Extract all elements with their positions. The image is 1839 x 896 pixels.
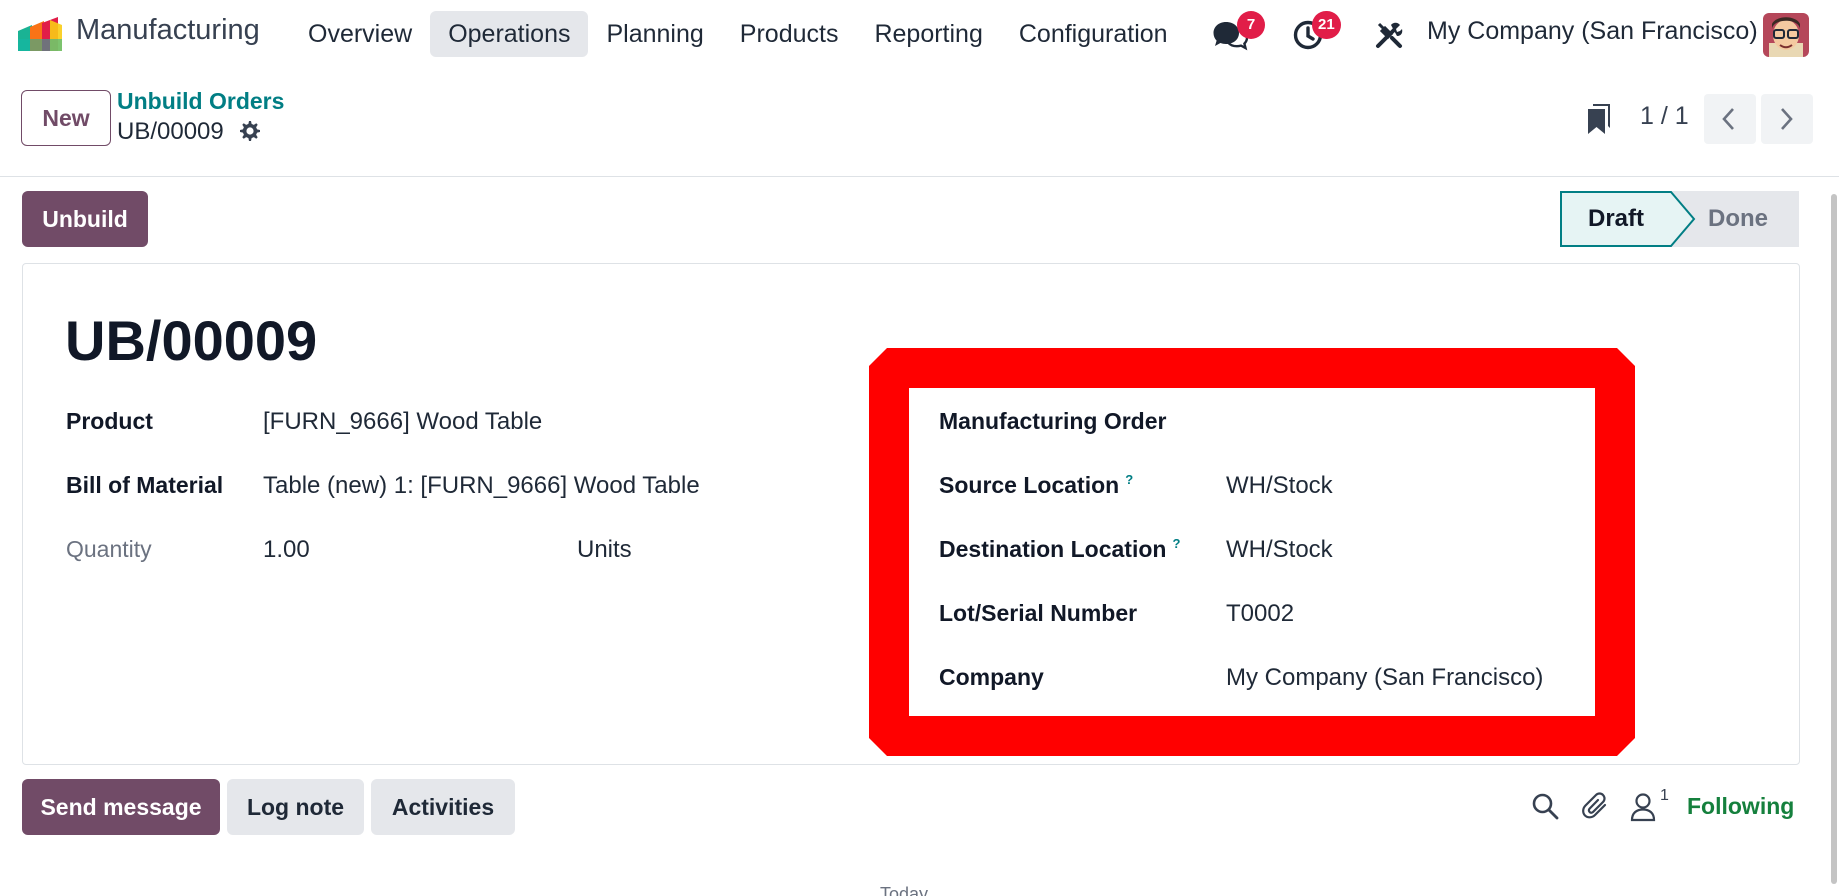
scrollbar-thumb[interactable] <box>1831 194 1837 884</box>
log-note-button[interactable]: Log note <box>227 779 364 835</box>
menu-operations[interactable]: Operations <box>430 11 589 57</box>
source-location-field[interactable]: WH/Stock <box>1226 472 1333 500</box>
quantity-label: Quantity <box>66 536 152 562</box>
date-separator: Today <box>880 884 929 896</box>
product-field[interactable]: [FURN_9666] Wood Table <box>263 408 542 436</box>
tools-icon[interactable] <box>1374 20 1404 50</box>
new-button[interactable]: New <box>21 90 111 146</box>
send-message-button[interactable]: Send message <box>22 779 220 835</box>
menu-configuration[interactable]: Configuration <box>1001 11 1186 57</box>
bookmark-icon[interactable] <box>1584 102 1612 136</box>
breadcrumb-unbuild-orders[interactable]: Unbuild Orders <box>117 88 284 115</box>
uom-field[interactable]: Units <box>577 536 632 564</box>
company-switcher[interactable]: My Company (San Francisco) <box>1427 17 1758 46</box>
destination-location-label-text: Destination Location <box>939 536 1167 562</box>
chevron-right-icon <box>1781 108 1793 130</box>
status-draft[interactable]: Draft <box>1588 205 1644 233</box>
pager-previous-button[interactable] <box>1704 94 1756 144</box>
menu-products[interactable]: Products <box>722 11 857 57</box>
activities-badge: 21 <box>1312 11 1341 39</box>
main-navbar: Manufacturing Overview Operations Planni… <box>0 0 1839 70</box>
bom-field[interactable]: Table (new) 1: [FURN_9666] Wood Table <box>263 472 700 500</box>
form-sheet: UB/00009 Product [FURN_9666] Wood Table … <box>22 263 1800 765</box>
app-name[interactable]: Manufacturing <box>76 14 260 47</box>
bom-label: Bill of Material <box>66 472 224 498</box>
manufacturing-order-label: Manufacturing Order <box>939 408 1167 434</box>
lot-serial-field[interactable]: T0002 <box>1226 600 1294 628</box>
gear-icon[interactable] <box>238 119 262 143</box>
status-done[interactable]: Done <box>1708 205 1768 233</box>
record-title: UB/00009 <box>65 309 318 372</box>
user-avatar[interactable] <box>1763 13 1809 57</box>
pager-next-button[interactable] <box>1761 94 1813 144</box>
messages-badge: 7 <box>1237 11 1265 39</box>
scrollbar[interactable] <box>1829 180 1839 896</box>
product-label: Product <box>66 408 153 434</box>
destination-location-field[interactable]: WH/Stock <box>1226 536 1333 564</box>
main-menu: Overview Operations Planning Products Re… <box>290 11 1186 57</box>
control-panel: New Unbuild Orders UB/00009 1 / 1 <box>0 70 1839 177</box>
paperclip-icon[interactable] <box>1581 792 1611 822</box>
followers-count: 1 <box>1660 787 1669 804</box>
destination-location-help-icon[interactable]: ? <box>1172 536 1180 551</box>
menu-reporting[interactable]: Reporting <box>856 11 1000 57</box>
search-icon[interactable] <box>1531 792 1559 820</box>
menu-overview[interactable]: Overview <box>290 11 430 57</box>
activities-button[interactable]: Activities <box>371 779 515 835</box>
chevron-left-icon <box>1722 108 1734 130</box>
destination-location-label: Destination Location? <box>939 536 1180 563</box>
following-button[interactable]: Following <box>1687 793 1794 820</box>
menu-planning[interactable]: Planning <box>588 11 721 57</box>
source-location-label: Source Location? <box>939 472 1133 499</box>
pager-value[interactable]: 1 / 1 <box>1640 102 1689 131</box>
user-icon[interactable] <box>1630 792 1656 822</box>
manufacturing-app-icon[interactable] <box>16 17 64 53</box>
company-label: Company <box>939 664 1044 690</box>
company-field[interactable]: My Company (San Francisco) <box>1226 664 1543 692</box>
quantity-field[interactable]: 1.00 <box>263 536 310 564</box>
breadcrumb-current-record: UB/00009 <box>117 118 224 145</box>
source-location-help-icon[interactable]: ? <box>1125 472 1133 487</box>
source-location-label-text: Source Location <box>939 472 1120 498</box>
lot-serial-label: Lot/Serial Number <box>939 600 1138 626</box>
status-bar: Draft Done <box>1560 191 1799 247</box>
unbuild-button[interactable]: Unbuild <box>22 191 148 247</box>
